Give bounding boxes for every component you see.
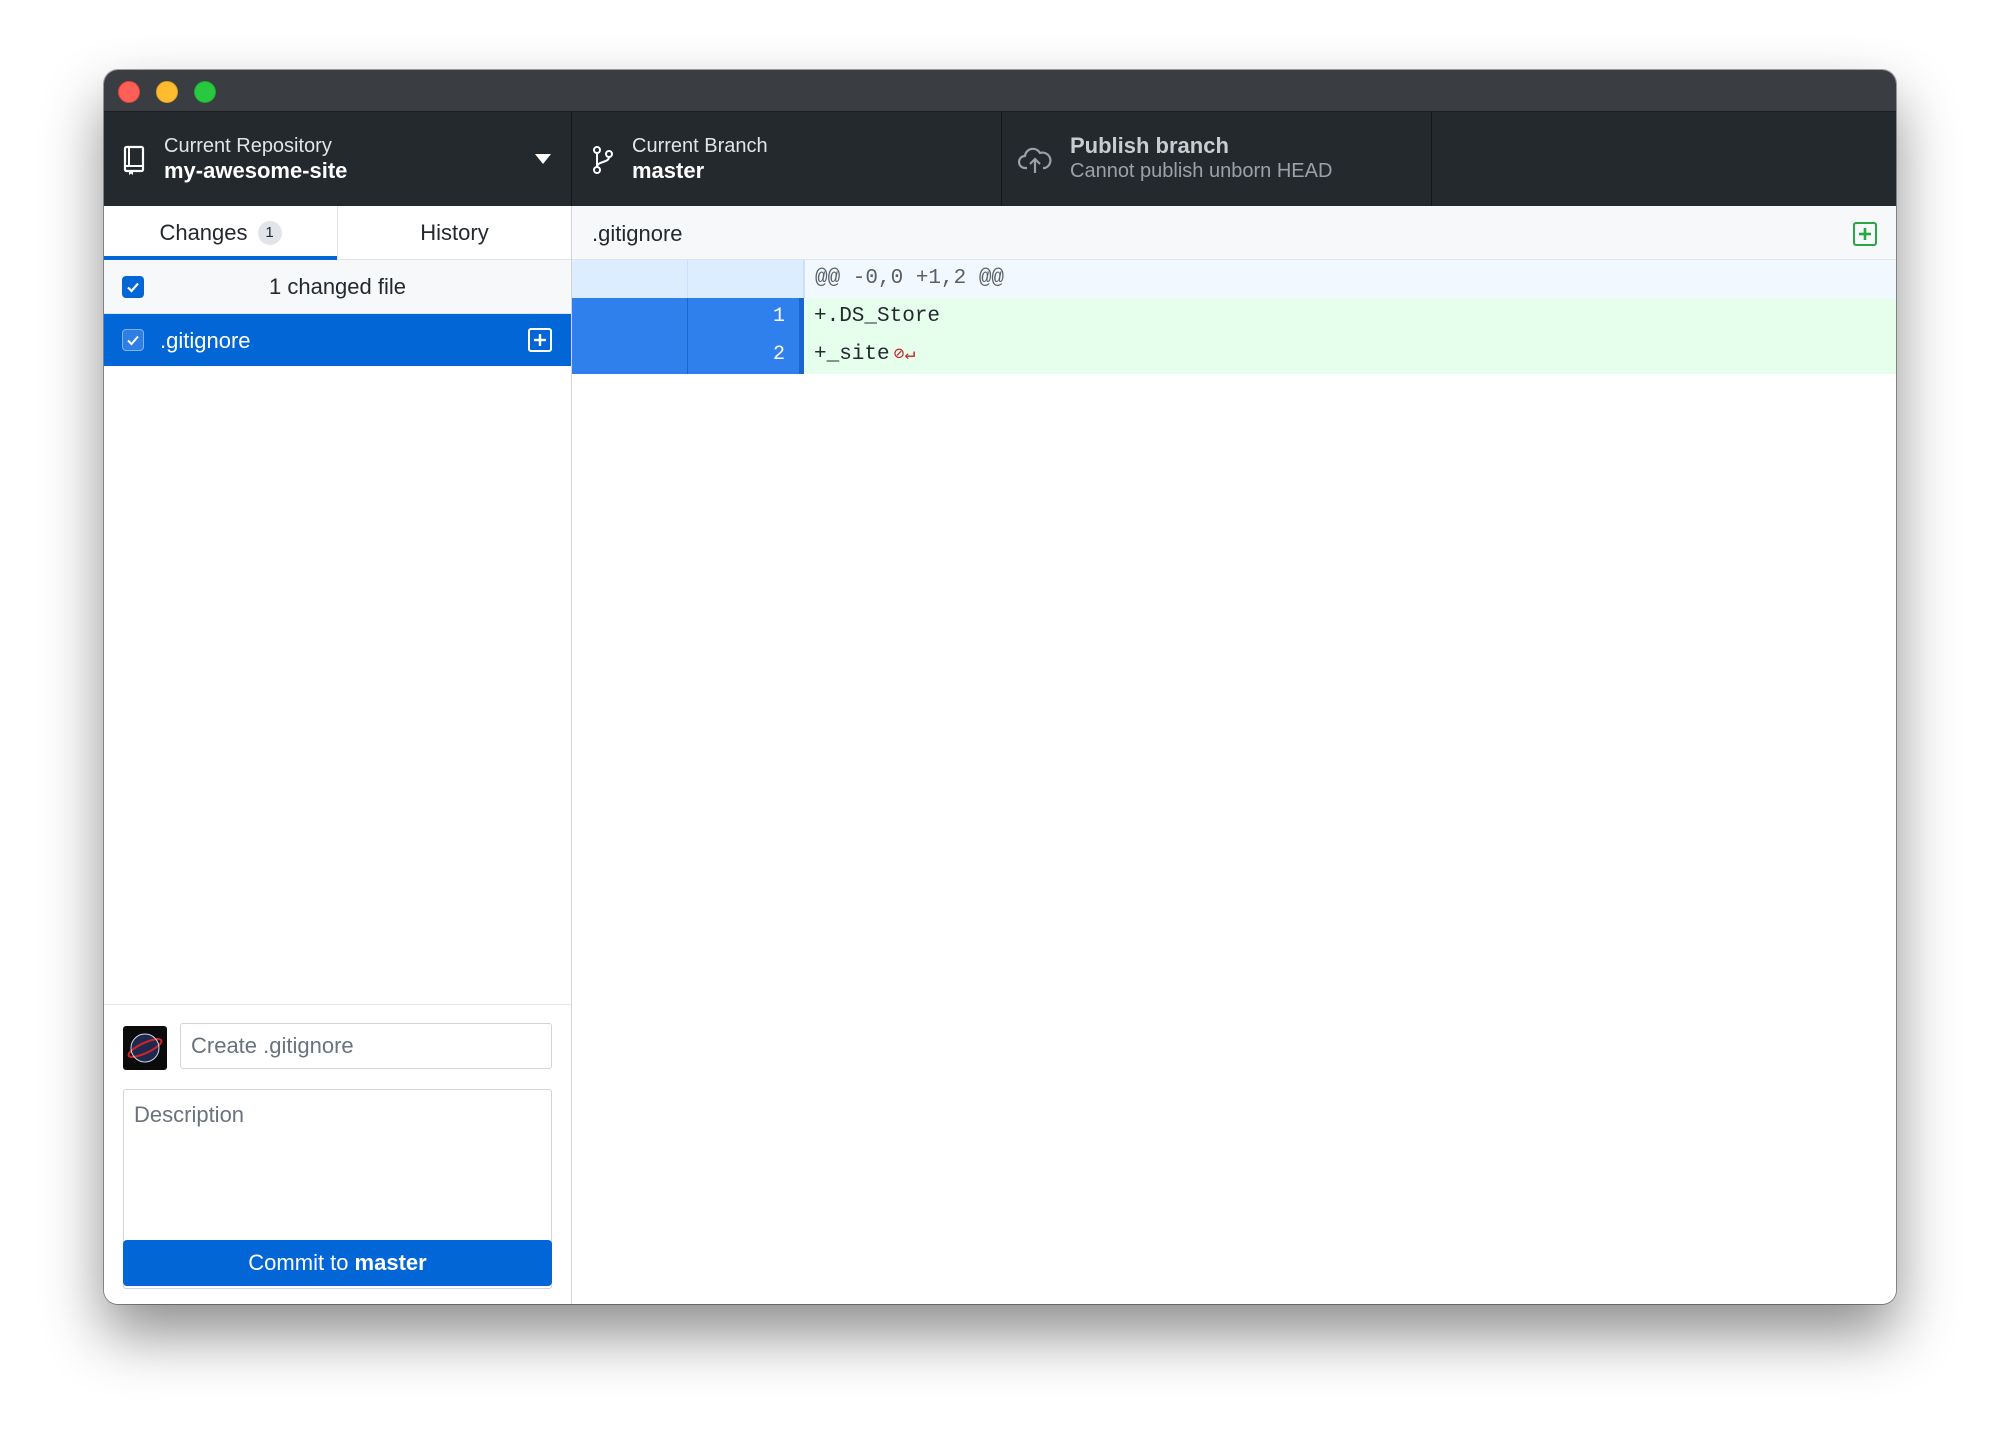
repo-icon	[123, 145, 145, 175]
tab-history[interactable]: History	[337, 206, 571, 259]
tab-changes-label: Changes	[159, 219, 248, 245]
hunk-header-row[interactable]: @@ -0,0 +1,2 @@	[572, 260, 1896, 298]
publish-branch: Publish branch Cannot publish unborn HEA…	[1070, 134, 1332, 184]
chevron-down-icon	[535, 154, 551, 164]
app-window: Current Repository my-awesome-site Curre…	[104, 70, 1896, 1304]
cloud-upload-icon	[1018, 147, 1052, 173]
check-icon	[127, 282, 139, 293]
toolbar: Current Repository my-awesome-site Curre…	[104, 112, 1896, 206]
new-line-gutter	[688, 260, 804, 298]
commit-button[interactable]: Commit to master	[123, 1240, 552, 1286]
publish-branch-button[interactable]: Publish branch Cannot publish unborn HEA…	[1002, 112, 1432, 206]
check-icon	[127, 335, 139, 346]
current-branch-label: Current Branch	[632, 135, 768, 157]
old-line-gutter[interactable]	[572, 298, 688, 336]
old-line-gutter	[572, 260, 688, 298]
diff-line-text: +_site	[814, 343, 890, 366]
hunk-header: @@ -0,0 +1,2 @@	[804, 260, 1896, 298]
changed-files-count: 1 changed file	[269, 273, 406, 299]
file-added-icon	[1853, 222, 1877, 246]
new-line-number[interactable]: 2	[688, 336, 804, 374]
sidebar: Changes 1 History 1 changed file .gitign…	[104, 206, 572, 1304]
list-item[interactable]: .gitignore	[104, 314, 571, 366]
branch-icon	[593, 146, 613, 174]
diff-line-text: +.DS_Store	[804, 298, 1896, 336]
diff-line-content: +_site ⊘↵	[804, 336, 1896, 374]
current-branch-button[interactable]: Current Branch master	[572, 112, 1002, 206]
old-line-gutter[interactable]	[572, 336, 688, 374]
diff-file-name: .gitignore	[592, 221, 683, 246]
tab-changes[interactable]: Changes 1	[104, 206, 337, 260]
select-all-checkbox[interactable]	[122, 276, 144, 298]
current-repository-button[interactable]: Current Repository my-awesome-site	[104, 112, 572, 206]
close-window-button[interactable]	[118, 81, 140, 103]
current-repository-name: my-awesome-site	[164, 158, 348, 183]
sidebar-tabs: Changes 1 History	[104, 206, 571, 260]
diff-file-header: .gitignore	[572, 206, 1896, 260]
publish-branch-status: Cannot publish unborn HEAD	[1070, 160, 1333, 182]
avatar-image	[127, 1033, 163, 1063]
diff-content: @@ -0,0 +1,2 @@ 1 +.DS_Store 2 +_site ⊘↵	[572, 260, 1896, 374]
diff-view: .gitignore @@ -0,0 +1,2 @@ 1 +.DS_Store …	[572, 206, 1896, 1304]
commit-button-label: Commit to	[248, 1250, 349, 1275]
diff-line[interactable]: 1 +.DS_Store	[572, 298, 1896, 336]
commit-summary-input[interactable]	[180, 1023, 552, 1069]
changes-count-badge: 1	[257, 220, 282, 245]
publish-branch-label: Publish branch	[1070, 133, 1229, 158]
no-newline-icon: ⊘↵	[893, 345, 916, 365]
current-repository: Current Repository my-awesome-site	[164, 134, 347, 184]
diff-line[interactable]: 2 +_site ⊘↵	[572, 336, 1896, 374]
current-branch-name: master	[632, 158, 705, 183]
new-line-number[interactable]: 1	[688, 298, 804, 336]
commit-button-branch: master	[354, 1250, 427, 1275]
title-bar	[104, 70, 1896, 112]
avatar	[123, 1026, 167, 1070]
file-name: .gitignore	[160, 328, 251, 353]
current-branch: Current Branch master	[632, 134, 768, 184]
zoom-window-button[interactable]	[194, 81, 216, 103]
commit-description-input[interactable]	[124, 1090, 551, 1250]
current-repository-label: Current Repository	[164, 135, 332, 157]
file-added-icon	[528, 328, 552, 352]
changes-header: 1 changed file	[104, 260, 571, 314]
file-include-checkbox[interactable]	[122, 329, 144, 351]
tab-history-label: History	[420, 219, 489, 245]
minimize-window-button[interactable]	[156, 81, 178, 103]
